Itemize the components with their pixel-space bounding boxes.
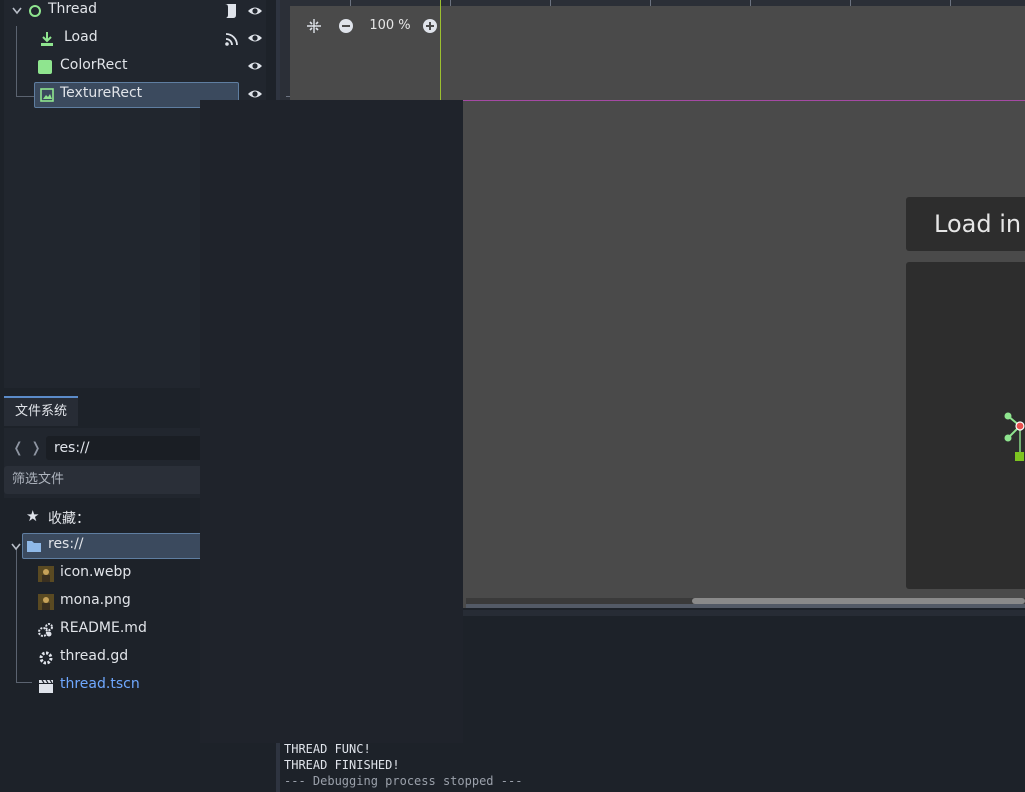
- tree-node-label: Load: [64, 29, 98, 45]
- ruler-top: [280, 0, 1025, 6]
- visibility-eye-icon[interactable]: [247, 30, 263, 46]
- tab-filesystem[interactable]: 文件系统: [4, 396, 78, 426]
- color-rect-icon: [38, 60, 52, 74]
- viewport-bottom-border: [466, 604, 1025, 608]
- favorites-label: 收藏：: [48, 511, 90, 527]
- chevron-down-icon[interactable]: [11, 543, 21, 551]
- output-line: THREAD FINISHED!: [284, 758, 400, 772]
- origin-guide-horizontal: [440, 100, 1025, 101]
- zoom-out-icon[interactable]: [338, 18, 354, 34]
- texture-panel: [906, 262, 1025, 589]
- tree-node-colorrect[interactable]: ColorRect: [4, 54, 266, 80]
- output-panel-header: [462, 610, 1025, 616]
- folder-icon: [27, 541, 41, 552]
- pivot-handle-icon[interactable]: [1004, 406, 1025, 466]
- clapperboard-icon: [39, 679, 53, 693]
- popup-overlay: [200, 100, 463, 743]
- tree-node-label: ColorRect: [60, 57, 128, 73]
- tree-node-label: Thread: [48, 1, 97, 17]
- script-icon[interactable]: [224, 3, 238, 19]
- node-circle-icon: [29, 5, 41, 17]
- center-view-icon[interactable]: [306, 18, 322, 34]
- star-icon: ★: [26, 507, 40, 525]
- file-label: icon.webp: [60, 564, 132, 580]
- image-thumb-icon: [38, 594, 54, 610]
- signal-icon[interactable]: [225, 32, 239, 46]
- panel-title: Load in T: [906, 197, 1025, 251]
- file-label: README.md: [60, 620, 147, 636]
- file-label: thread.tscn: [60, 676, 140, 692]
- gear-icon: [39, 651, 53, 665]
- forward-arrow-icon[interactable]: ❭: [28, 440, 44, 456]
- chevron-down-icon[interactable]: [12, 7, 22, 15]
- tree-node-label: TextureRect: [60, 85, 143, 101]
- tree-node-thread[interactable]: Thread: [4, 0, 266, 24]
- zoom-level[interactable]: 100 %: [368, 18, 412, 33]
- output-line: THREAD FUNC!: [284, 742, 371, 756]
- download-icon: [41, 32, 53, 46]
- file-label: mona.png: [60, 592, 131, 608]
- file-label: thread.gd: [60, 648, 129, 664]
- image-thumb-icon: [38, 566, 54, 582]
- zoom-in-icon[interactable]: [422, 18, 438, 34]
- visibility-eye-icon[interactable]: [247, 58, 263, 74]
- texture-rect-icon: [40, 88, 54, 102]
- folder-label: res://: [48, 536, 84, 552]
- back-arrow-icon[interactable]: ❬: [10, 440, 26, 456]
- output-line: --- Debugging process stopped ---: [284, 774, 523, 788]
- visibility-eye-icon[interactable]: [247, 3, 263, 19]
- gear-cluster-icon: [38, 623, 53, 637]
- tree-node-load[interactable]: Load: [4, 26, 266, 52]
